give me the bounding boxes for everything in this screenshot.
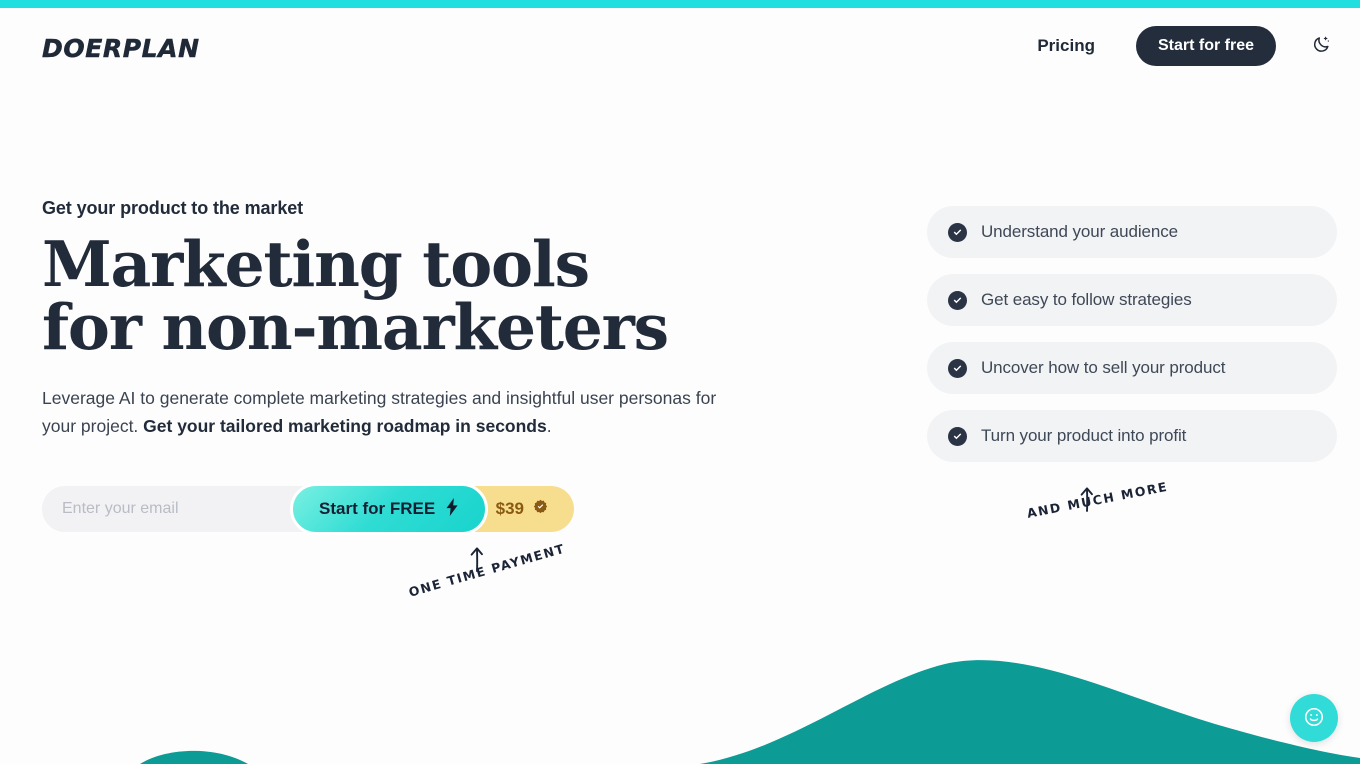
- hero-eyebrow: Get your product to the market: [42, 198, 304, 218]
- header-start-for-free-button[interactable]: Start for free: [1135, 26, 1276, 66]
- signup-row: $39 Start for FREE: [42, 483, 574, 535]
- hero-title: Marketing tools for non-marketers: [42, 227, 669, 364]
- check-circle-icon: [948, 426, 967, 446]
- feature-label: Uncover how to sell your product: [981, 358, 1226, 377]
- feature-label: Understand your audience: [981, 222, 1179, 241]
- check-circle-icon: [948, 290, 967, 310]
- check-circle-icon: [948, 358, 967, 378]
- top-accent-bar: [0, 0, 1360, 8]
- decorative-waves: [0, 644, 1360, 764]
- site-header: DOERPLAN Pricing Start for free: [0, 8, 1360, 84]
- start-for-free-cta-label: Start for FREE: [319, 499, 436, 518]
- feature-list: Understand your audience Get easy to fol…: [927, 206, 1337, 478]
- hero-subtitle: Leverage AI to generate complete marketi…: [42, 384, 722, 441]
- feature-pill-uncover-sell[interactable]: Uncover how to sell your product: [927, 342, 1337, 394]
- feature-pill-understand-audience[interactable]: Understand your audience: [927, 206, 1337, 258]
- start-for-free-cta-button[interactable]: Start for FREE: [290, 483, 489, 535]
- check-circle-icon: [948, 222, 967, 242]
- lightning-bolt-icon: [446, 497, 459, 521]
- verified-badge-icon: [533, 499, 548, 519]
- moon-icon: [1312, 35, 1331, 57]
- feature-label: Turn your product into profit: [981, 426, 1187, 445]
- brand-logo[interactable]: DOERPLAN: [42, 36, 200, 62]
- hero-subtitle-bold: Get your tailored marketing roadmap in s…: [143, 416, 547, 437]
- hero-subtitle-tail: .: [546, 416, 552, 437]
- arrow-up-icon-much-more: [1076, 486, 1098, 517]
- arrow-up-icon-one-time: [466, 546, 488, 577]
- header-nav: Pricing Start for free: [1027, 26, 1336, 66]
- chat-widget-button[interactable]: [1290, 694, 1338, 742]
- feature-pill-easy-strategies[interactable]: Get easy to follow strategies: [927, 274, 1337, 326]
- feature-pill-product-profit[interactable]: Turn your product into profit: [927, 410, 1337, 462]
- smiley-face-icon: [1303, 706, 1325, 731]
- price-badge-label: $39: [495, 499, 524, 518]
- nav-link-pricing[interactable]: Pricing: [1027, 28, 1105, 64]
- theme-toggle-button[interactable]: [1306, 31, 1336, 61]
- hero-section: Get your product to the market Marketing…: [42, 196, 742, 441]
- feature-label: Get easy to follow strategies: [981, 290, 1192, 309]
